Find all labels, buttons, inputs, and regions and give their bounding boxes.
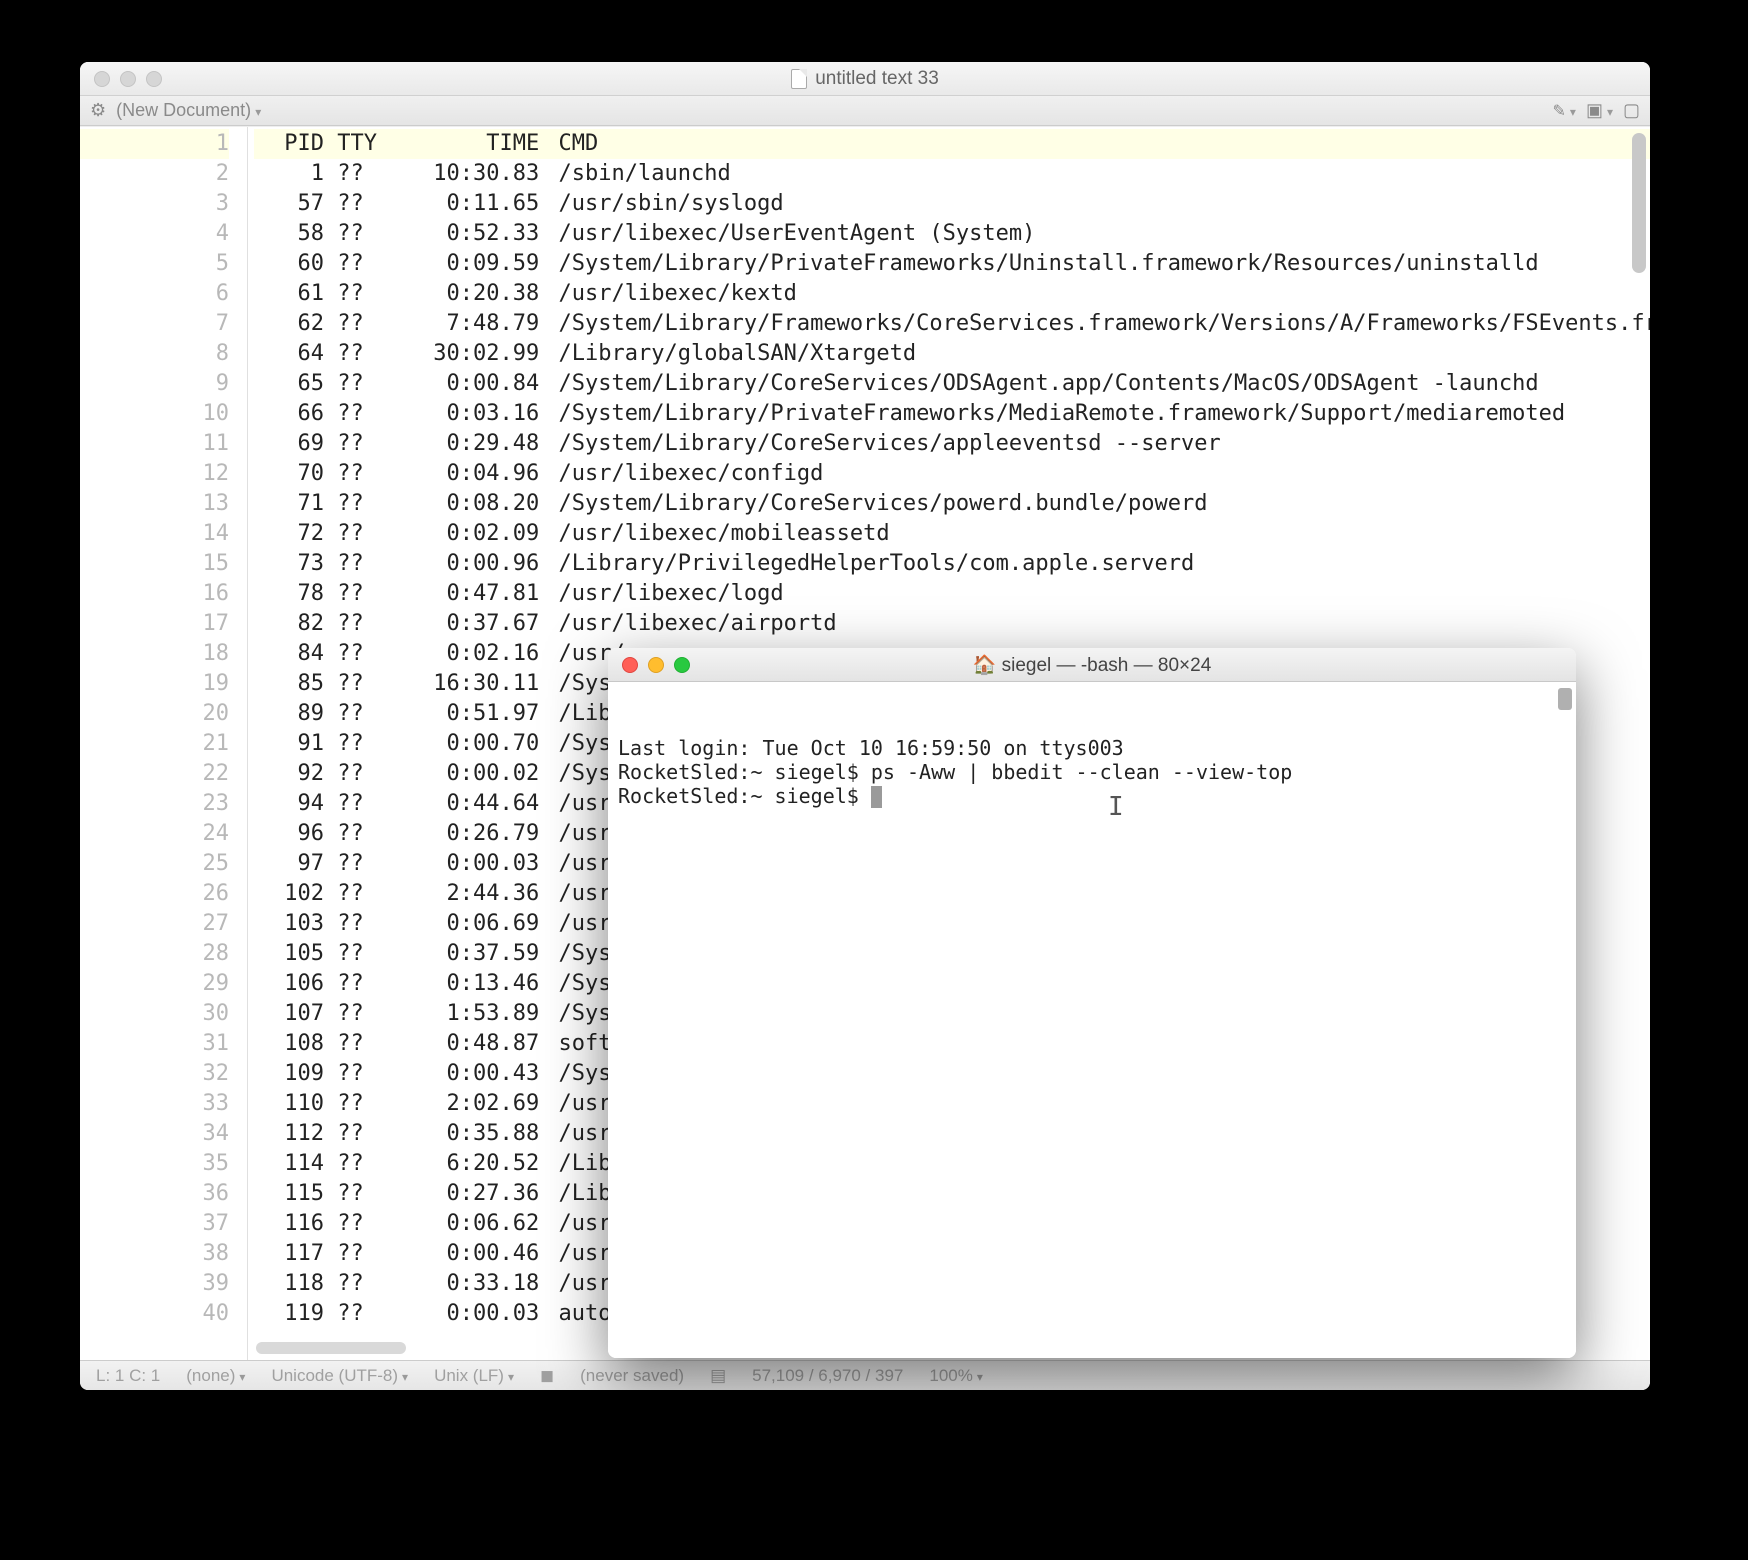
bbedit-titlebar[interactable]: untitled text 33 xyxy=(80,62,1650,96)
line-number: 4 xyxy=(80,219,229,249)
line-number: 12 xyxy=(80,459,229,489)
zoom-icon[interactable] xyxy=(674,657,690,673)
close-icon[interactable] xyxy=(94,71,110,87)
bbedit-statusbar: L: 1 C: 1 (none) Unicode (UTF-8) Unix (L… xyxy=(80,1360,1650,1390)
terminal-titlebar[interactable]: 🏠 siegel — -bash — 80×24 xyxy=(608,648,1576,682)
line-number: 18 xyxy=(80,639,229,669)
line-number: 3 xyxy=(80,189,229,219)
line-number: 34 xyxy=(80,1119,229,1149)
line-number: 14 xyxy=(80,519,229,549)
line-number: 40 xyxy=(80,1299,229,1329)
line-number: 20 xyxy=(80,699,229,729)
window-title: untitled text 33 xyxy=(815,68,939,90)
save-indicator-icon: ◼ xyxy=(540,1366,554,1386)
terminal-line: RocketSled:~ siegel$ ps -Aww | bbedit --… xyxy=(618,760,1566,784)
minimize-icon[interactable] xyxy=(648,657,664,673)
line-number: 23 xyxy=(80,789,229,819)
line-number: 8 xyxy=(80,339,229,369)
line-number: 13 xyxy=(80,489,229,519)
line-number: 2 xyxy=(80,159,229,189)
terminal-window: 🏠 siegel — -bash — 80×24 Last login: Tue… xyxy=(608,648,1576,1358)
line-number: 30 xyxy=(80,999,229,1029)
process-row: 57 ??0:11.65 /usr/sbin/syslogd xyxy=(254,189,1650,219)
process-row: 70 ??0:04.96 /usr/libexec/configd xyxy=(254,459,1650,489)
line-number: 35 xyxy=(80,1149,229,1179)
process-row: 72 ??0:02.09 /usr/libexec/mobileassetd xyxy=(254,519,1650,549)
line-number: 17 xyxy=(80,609,229,639)
line-number: 19 xyxy=(80,669,229,699)
process-row: 64 ??30:02.99 /Library/globalSAN/Xtarget… xyxy=(254,339,1650,369)
process-row: 69 ??0:29.48 /System/Library/CoreService… xyxy=(254,429,1650,459)
line-number: 33 xyxy=(80,1089,229,1119)
line-number: 31 xyxy=(80,1029,229,1059)
line-number: 21 xyxy=(80,729,229,759)
minimize-icon[interactable] xyxy=(120,71,136,87)
line-number: 11 xyxy=(80,429,229,459)
line-number-gutter: 1234567891011121314151617181920212223242… xyxy=(80,127,248,1360)
process-row: 60 ??0:09.59 /System/Library/PrivateFram… xyxy=(254,249,1650,279)
line-number: 10 xyxy=(80,399,229,429)
terminal-body[interactable]: Last login: Tue Oct 10 16:59:50 on ttys0… xyxy=(608,682,1576,1358)
process-row: 1 ??10:30.83 /sbin/launchd xyxy=(254,159,1650,189)
gear-icon[interactable]: ⚙ xyxy=(90,100,106,121)
new-doc-icon[interactable]: ▢ xyxy=(1623,100,1640,121)
line-number: 6 xyxy=(80,279,229,309)
line-number: 32 xyxy=(80,1059,229,1089)
line-number: 39 xyxy=(80,1269,229,1299)
line-number: 25 xyxy=(80,849,229,879)
line-number: 16 xyxy=(80,579,229,609)
zoom-level[interactable]: 100% xyxy=(929,1366,983,1386)
line-number: 29 xyxy=(80,969,229,999)
header-row: PID TTYTIME CMD xyxy=(254,129,1650,159)
saved-status: (never saved) xyxy=(580,1366,684,1386)
bbedit-toolbar: ⚙ (New Document) ✎ ▣ ▢ xyxy=(80,96,1650,126)
language-dropdown[interactable]: (none) xyxy=(186,1366,245,1386)
line-number: 26 xyxy=(80,879,229,909)
line-number: 5 xyxy=(80,249,229,279)
text-cursor-icon: 𝙸 xyxy=(1108,792,1124,822)
process-row: 65 ??0:00.84 /System/Library/CoreService… xyxy=(254,369,1650,399)
line-number: 7 xyxy=(80,309,229,339)
doc-stats-icon: ▤ xyxy=(710,1366,726,1386)
document-stats: 57,109 / 6,970 / 397 xyxy=(752,1366,903,1386)
vertical-scrollbar[interactable] xyxy=(1632,133,1646,273)
process-row: 71 ??0:08.20 /System/Library/CoreService… xyxy=(254,489,1650,519)
process-row: 73 ??0:00.96 /Library/PrivilegedHelperTo… xyxy=(254,549,1650,579)
process-row: 66 ??0:03.16 /System/Library/PrivateFram… xyxy=(254,399,1650,429)
process-row: 82 ??0:37.67 /usr/libexec/airportd xyxy=(254,609,1650,639)
terminal-line: RocketSled:~ siegel$ xyxy=(618,784,1566,808)
line-ending-dropdown[interactable]: Unix (LF) xyxy=(434,1366,514,1386)
cursor-position: L: 1 C: 1 xyxy=(96,1366,160,1386)
close-icon[interactable] xyxy=(622,657,638,673)
encoding-dropdown[interactable]: Unicode (UTF-8) xyxy=(271,1366,408,1386)
terminal-cursor xyxy=(871,786,882,808)
terminal-title: 🏠 siegel — -bash — 80×24 xyxy=(973,653,1212,677)
process-row: 61 ??0:20.38 /usr/libexec/kextd xyxy=(254,279,1650,309)
line-number: 15 xyxy=(80,549,229,579)
line-number: 37 xyxy=(80,1209,229,1239)
line-number: 38 xyxy=(80,1239,229,1269)
line-number: 22 xyxy=(80,759,229,789)
line-number: 27 xyxy=(80,909,229,939)
document-dropdown[interactable]: (New Document) xyxy=(116,100,261,121)
line-number: 36 xyxy=(80,1179,229,1209)
horizontal-scrollbar[interactable] xyxy=(256,1342,406,1354)
vertical-scrollbar[interactable] xyxy=(1558,688,1572,710)
zoom-icon[interactable] xyxy=(146,71,162,87)
pencil-icon[interactable]: ✎ xyxy=(1553,101,1576,121)
terminal-line: Last login: Tue Oct 10 16:59:50 on ttys0… xyxy=(618,736,1566,760)
line-number: 24 xyxy=(80,819,229,849)
line-number: 28 xyxy=(80,939,229,969)
document-icon xyxy=(791,69,807,89)
stack-icon[interactable]: ▣ xyxy=(1586,100,1613,121)
line-number: 9 xyxy=(80,369,229,399)
process-row: 62 ??7:48.79 /System/Library/Frameworks/… xyxy=(254,309,1650,339)
process-row: 78 ??0:47.81 /usr/libexec/logd xyxy=(254,579,1650,609)
process-row: 58 ??0:52.33 /usr/libexec/UserEventAgent… xyxy=(254,219,1650,249)
